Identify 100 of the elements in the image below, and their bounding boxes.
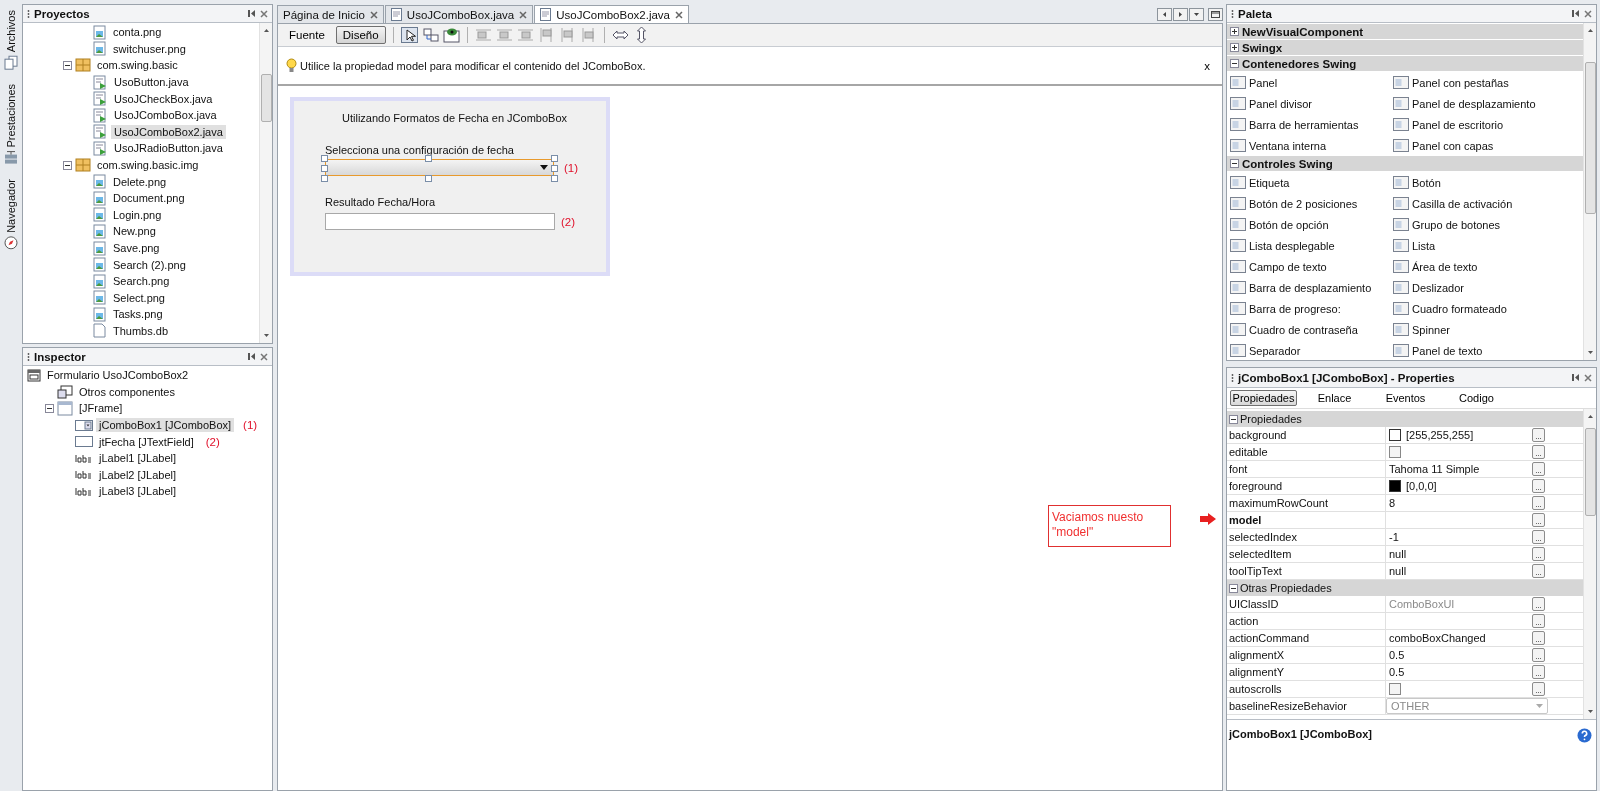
palette-item[interactable]: Campo de texto xyxy=(1227,256,1390,277)
tree-item[interactable]: UsoJComboBox2.java xyxy=(111,124,226,139)
help-icon[interactable] xyxy=(1577,728,1592,743)
text-field[interactable] xyxy=(325,213,555,230)
checkbox[interactable] xyxy=(1389,446,1401,458)
palette-item[interactable]: Grupo de botones xyxy=(1390,214,1553,235)
palette-category[interactable]: Contenedores Swing xyxy=(1227,56,1583,71)
tree-item[interactable]: com.swing.basic xyxy=(94,58,181,73)
scroll-right-button[interactable] xyxy=(1173,7,1188,21)
close-icon[interactable] xyxy=(260,352,268,361)
palette-item[interactable]: Cuadro formateado xyxy=(1390,298,1553,319)
tree-item[interactable]: conta.png xyxy=(110,25,165,40)
scrollbar[interactable] xyxy=(1583,23,1596,360)
minimize-icon[interactable] xyxy=(247,352,256,361)
edit-property-button[interactable]: ... xyxy=(1532,547,1545,561)
properties-tab[interactable]: Eventos xyxy=(1372,390,1439,406)
palette-item[interactable]: Panel con capas xyxy=(1390,135,1553,156)
editor-tab[interactable]: UsoJComboBox2.java xyxy=(534,5,689,23)
property-section[interactable]: Propiedades xyxy=(1227,411,1583,427)
dropdown-button[interactable] xyxy=(1189,7,1204,21)
edit-property-button[interactable]: ... xyxy=(1532,479,1545,493)
tree-item[interactable]: Tasks.png xyxy=(110,307,166,322)
edit-property-button[interactable]: ... xyxy=(1532,496,1545,510)
tree-item[interactable]: UsoJRadioButton.java xyxy=(111,141,226,156)
palette-item[interactable]: Panel de desplazamiento xyxy=(1390,93,1553,114)
scroll-left-button[interactable] xyxy=(1157,7,1172,21)
collapse-icon[interactable] xyxy=(45,404,54,413)
tree-item[interactable]: jComboBox1 [JComboBox] xyxy=(96,418,235,433)
tree-item[interactable]: jLabel3 [JLabel] xyxy=(96,484,180,499)
palette-item[interactable]: Casilla de activación xyxy=(1390,193,1553,214)
scroll-down-icon[interactable] xyxy=(1586,349,1594,356)
edit-property-button[interactable]: ... xyxy=(1532,428,1545,442)
palette-item[interactable]: Barra de desplazamiento xyxy=(1227,277,1390,298)
palette-item[interactable]: Panel xyxy=(1227,72,1390,93)
collapse-icon[interactable] xyxy=(63,160,72,170)
scroll-down-icon[interactable] xyxy=(262,332,270,339)
view-toggle-button[interactable]: Diseño xyxy=(335,26,386,44)
minimize-icon[interactable] xyxy=(247,9,256,18)
palette-item[interactable]: Botón de opción xyxy=(1227,214,1390,235)
palette-item[interactable]: Botón xyxy=(1390,172,1553,193)
close-icon[interactable] xyxy=(1584,373,1592,382)
palette-item[interactable]: Área de texto xyxy=(1390,256,1553,277)
properties-tab[interactable]: Codigo xyxy=(1443,390,1510,406)
palette-item[interactable]: Spinner xyxy=(1390,319,1553,340)
tree-item[interactable]: Search (2).png xyxy=(110,257,189,272)
scroll-up-icon[interactable] xyxy=(262,27,270,34)
tree-item[interactable]: jtFecha [JTextField] xyxy=(96,434,197,449)
scrollbar-thumb[interactable] xyxy=(260,74,272,122)
tree-item[interactable]: jLabel1 [JLabel] xyxy=(96,451,180,466)
close-icon[interactable] xyxy=(675,10,683,19)
close-icon[interactable] xyxy=(519,10,528,19)
palette-item[interactable]: Lista desplegable xyxy=(1227,235,1390,256)
selection-mode-icon[interactable] xyxy=(400,27,418,43)
tree-item[interactable]: Search.png xyxy=(110,274,173,289)
tree-item[interactable]: [JFrame] xyxy=(76,401,126,416)
palette-item[interactable]: Cuadro de contraseña xyxy=(1227,319,1390,340)
tree-item[interactable]: Document.png xyxy=(110,191,188,206)
palette-item[interactable]: Panel de escritorio xyxy=(1390,114,1553,135)
tree-item[interactable]: Otros componentes xyxy=(76,384,178,399)
tree-item[interactable]: Login.png xyxy=(110,207,165,222)
edit-property-button[interactable]: ... xyxy=(1532,530,1545,544)
tree-item[interactable]: UsoButton.java xyxy=(111,75,192,90)
palette-item[interactable]: Botón de 2 posiciones xyxy=(1227,193,1390,214)
edit-property-button[interactable]: ... xyxy=(1532,631,1545,645)
palette-item[interactable]: Panel con pestañas xyxy=(1390,72,1553,93)
preview-icon[interactable] xyxy=(442,27,460,43)
tree-item[interactable]: UsoJComboBox.java xyxy=(111,108,220,123)
combo-box[interactable] xyxy=(325,159,554,176)
edit-property-button[interactable]: ... xyxy=(1532,445,1545,459)
view-toggle-button[interactable]: Fuente xyxy=(282,26,332,44)
side-tab[interactable]: Navegador xyxy=(4,178,18,250)
resize-handle[interactable] xyxy=(425,175,432,182)
palette-item[interactable]: Separador xyxy=(1227,340,1390,360)
tree-item[interactable]: New.png xyxy=(110,224,159,239)
palette-item[interactable]: Panel divisor xyxy=(1227,93,1390,114)
tree-item[interactable]: Save.png xyxy=(110,241,163,255)
scrollbar-thumb[interactable] xyxy=(1584,62,1596,214)
palette-item[interactable]: Etiqueta xyxy=(1227,172,1390,193)
palette-category[interactable]: NewVisualComponent xyxy=(1227,24,1583,39)
tree-item[interactable]: Delete.png xyxy=(110,174,170,189)
minimize-icon[interactable] xyxy=(1571,373,1580,382)
palette-item[interactable]: Barra de progreso: xyxy=(1227,298,1390,319)
side-tab[interactable]: Prestaciones xyxy=(4,84,18,165)
palette-category[interactable]: Swingx xyxy=(1227,40,1583,55)
edit-property-button[interactable]: ... xyxy=(1532,682,1545,696)
close-icon[interactable] xyxy=(260,9,268,18)
resize-handle[interactable] xyxy=(425,155,432,162)
palette-category[interactable]: Controles Swing xyxy=(1227,156,1583,171)
minimize-icon[interactable] xyxy=(1571,9,1580,18)
scroll-down-icon[interactable] xyxy=(1586,708,1594,715)
edit-property-button[interactable]: ... xyxy=(1532,564,1545,578)
tree-item[interactable]: com.swing.basic.img xyxy=(94,158,202,173)
edit-property-button[interactable]: ... xyxy=(1532,648,1545,662)
close-icon[interactable] xyxy=(369,10,378,19)
connection-mode-icon[interactable] xyxy=(421,27,439,43)
palette-item[interactable]: Deslizador xyxy=(1390,277,1553,298)
property-section[interactable]: Otras Propiedades xyxy=(1227,580,1583,596)
palette-item[interactable]: Panel de texto xyxy=(1390,340,1553,360)
side-tab[interactable]: Archivos xyxy=(4,10,18,71)
tree-item[interactable]: switchuser.png xyxy=(110,41,189,56)
